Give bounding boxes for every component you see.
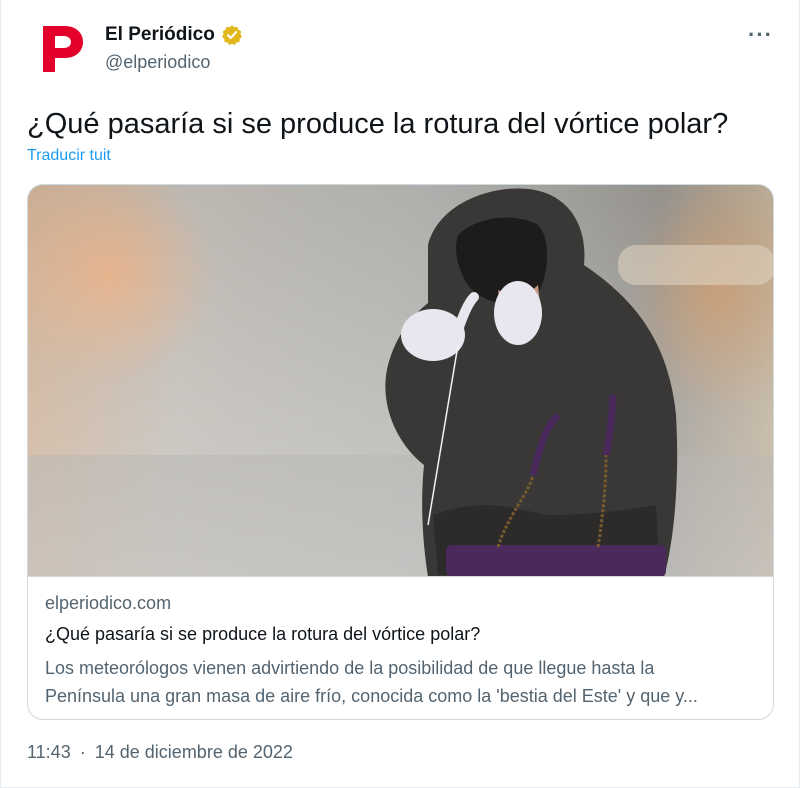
el-periodico-logo-icon	[43, 26, 83, 72]
tweet: El Periódico @elperiodico ··· ¿Qué pasar…	[0, 0, 800, 788]
tweet-timestamp[interactable]: 11:43 · 14 de diciembre de 2022	[27, 742, 293, 763]
verified-badge-icon	[221, 24, 243, 46]
author-name[interactable]: El Periódico	[105, 24, 215, 46]
timestamp-separator: ·	[79, 742, 86, 762]
card-description-line: Los meteorólogos vienen advirtiendo de l…	[45, 658, 655, 678]
card-description: Los meteorólogos vienen advirtiendo de l…	[45, 654, 759, 710]
tweet-time: 11:43	[27, 742, 71, 762]
card-domain: elperiodico.com	[45, 593, 172, 613]
tweet-date: 14 de diciembre de 2022	[94, 742, 293, 762]
author-name-row: El Periódico	[105, 24, 243, 46]
more-options-icon[interactable]: ···	[748, 22, 773, 48]
card-title: ¿Qué pasaría si se produce la rotura del…	[45, 624, 481, 644]
card-description-line: Península una gran masa de aire frío, co…	[45, 686, 698, 706]
tweet-text: ¿Qué pasaría si se produce la rotura del…	[27, 108, 729, 140]
link-card[interactable]: elperiodico.com ¿Qué pasaría si se produ…	[27, 184, 774, 720]
card-body: elperiodico.com ¿Qué pasaría si se produ…	[45, 591, 759, 710]
card-image	[28, 185, 773, 577]
avatar[interactable]	[31, 18, 91, 78]
author-handle[interactable]: @elperiodico	[105, 52, 210, 73]
translate-tweet-link[interactable]: Traducir tuit	[27, 147, 111, 165]
